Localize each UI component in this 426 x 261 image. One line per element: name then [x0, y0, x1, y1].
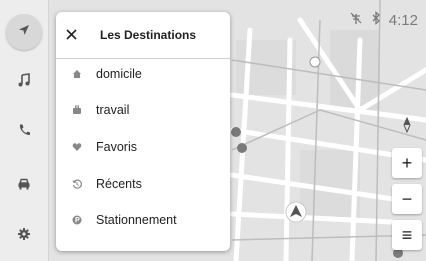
close-button[interactable]	[60, 24, 82, 46]
home-icon	[70, 67, 84, 81]
phone-button[interactable]	[4, 112, 44, 152]
destination-item-home[interactable]: domicile	[56, 56, 230, 92]
bluetooth-icon	[371, 10, 381, 30]
status-bar: 4:12	[349, 10, 418, 30]
parking-icon	[70, 213, 84, 227]
destination-label: domicile	[96, 67, 142, 81]
destinations-panel: Les Destinations domicile travail Favori…	[56, 12, 230, 251]
zoom-out-button[interactable]: −	[392, 184, 422, 214]
gear-icon	[17, 227, 31, 246]
phone-icon	[17, 123, 31, 142]
antenna-icon	[349, 11, 363, 30]
destination-item-recents[interactable]: Récents	[56, 166, 230, 202]
destination-item-favorites[interactable]: Favoris	[56, 129, 230, 165]
compass-icon	[401, 116, 413, 138]
navigation-button[interactable]	[6, 14, 42, 50]
panel-title: Les Destinations	[100, 28, 197, 42]
vehicle-button[interactable]	[4, 166, 44, 206]
music-note-icon	[17, 72, 31, 92]
destination-label: Favoris	[96, 140, 137, 154]
destination-item-work[interactable]: travail	[56, 92, 230, 128]
left-sidebar	[0, 0, 49, 261]
car-icon	[17, 177, 31, 196]
zoom-in-button[interactable]: +	[392, 148, 422, 178]
navigation-arrow-icon	[17, 23, 31, 42]
destination-item-parking[interactable]: Stationnement	[56, 202, 230, 238]
destination-label: Récents	[96, 177, 142, 191]
map-menu-button[interactable]: ≡	[392, 220, 422, 250]
heart-icon	[70, 140, 84, 154]
navigation-screen: 4:12 Les Destinations domicile travail F…	[0, 0, 426, 261]
clock: 4:12	[388, 11, 418, 29]
media-button[interactable]	[4, 62, 44, 102]
compass-button[interactable]	[392, 112, 422, 142]
panel-header: Les Destinations	[56, 12, 230, 59]
close-icon	[65, 27, 77, 44]
destination-label: travail	[96, 103, 130, 117]
briefcase-icon	[70, 103, 84, 117]
destination-label: Stationnement	[96, 213, 177, 227]
history-icon	[70, 177, 84, 191]
settings-button[interactable]	[4, 216, 44, 256]
